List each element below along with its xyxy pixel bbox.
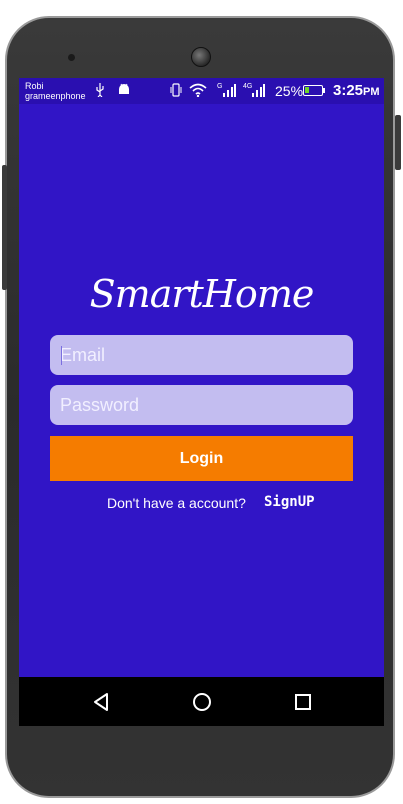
carrier-name-1: Robi xyxy=(25,81,44,91)
front-camera xyxy=(191,47,211,67)
signal-g-icon xyxy=(222,83,236,100)
carrier-info: Robi grameenphone xyxy=(25,81,86,101)
navigation-bar xyxy=(19,677,384,726)
android-debug-icon xyxy=(118,83,130,100)
signal-4g-icon xyxy=(251,83,265,100)
signup-row: Don't have a account? SignUP xyxy=(19,493,384,513)
home-icon[interactable] xyxy=(189,689,215,715)
volume-button xyxy=(2,165,7,290)
usb-icon xyxy=(95,83,105,100)
recents-icon[interactable] xyxy=(290,689,316,715)
battery-level xyxy=(305,87,309,93)
battery-charging-icon xyxy=(303,85,323,96)
status-bar: Robi grameenphone G 4G 25% 3:25PM xyxy=(19,78,384,104)
carrier-name-2: grameenphone xyxy=(25,91,86,101)
battery-percent: 25% xyxy=(275,83,304,99)
signup-prompt: Don't have a account? xyxy=(107,495,246,511)
app-title: SmartHome xyxy=(89,272,315,316)
clock-suffix: PM xyxy=(363,86,380,98)
sensor-dot xyxy=(68,54,75,61)
text-caret xyxy=(61,346,62,365)
clock-time: 3:25 xyxy=(333,82,364,99)
password-field[interactable] xyxy=(50,385,353,425)
vibrate-icon xyxy=(169,83,183,100)
signup-link[interactable]: SignUP xyxy=(264,494,315,510)
email-input[interactable] xyxy=(50,335,353,375)
back-icon[interactable] xyxy=(89,689,115,715)
email-field[interactable] xyxy=(50,335,353,375)
wifi-icon xyxy=(189,83,207,100)
status-clock: 3:25PM xyxy=(333,83,380,100)
login-button[interactable]: Login xyxy=(50,436,353,481)
battery-tip xyxy=(323,88,325,93)
screen: Robi grameenphone G 4G 25% 3:25PM SmartH… xyxy=(19,78,384,726)
password-input[interactable] xyxy=(50,385,353,425)
power-button xyxy=(395,115,401,170)
